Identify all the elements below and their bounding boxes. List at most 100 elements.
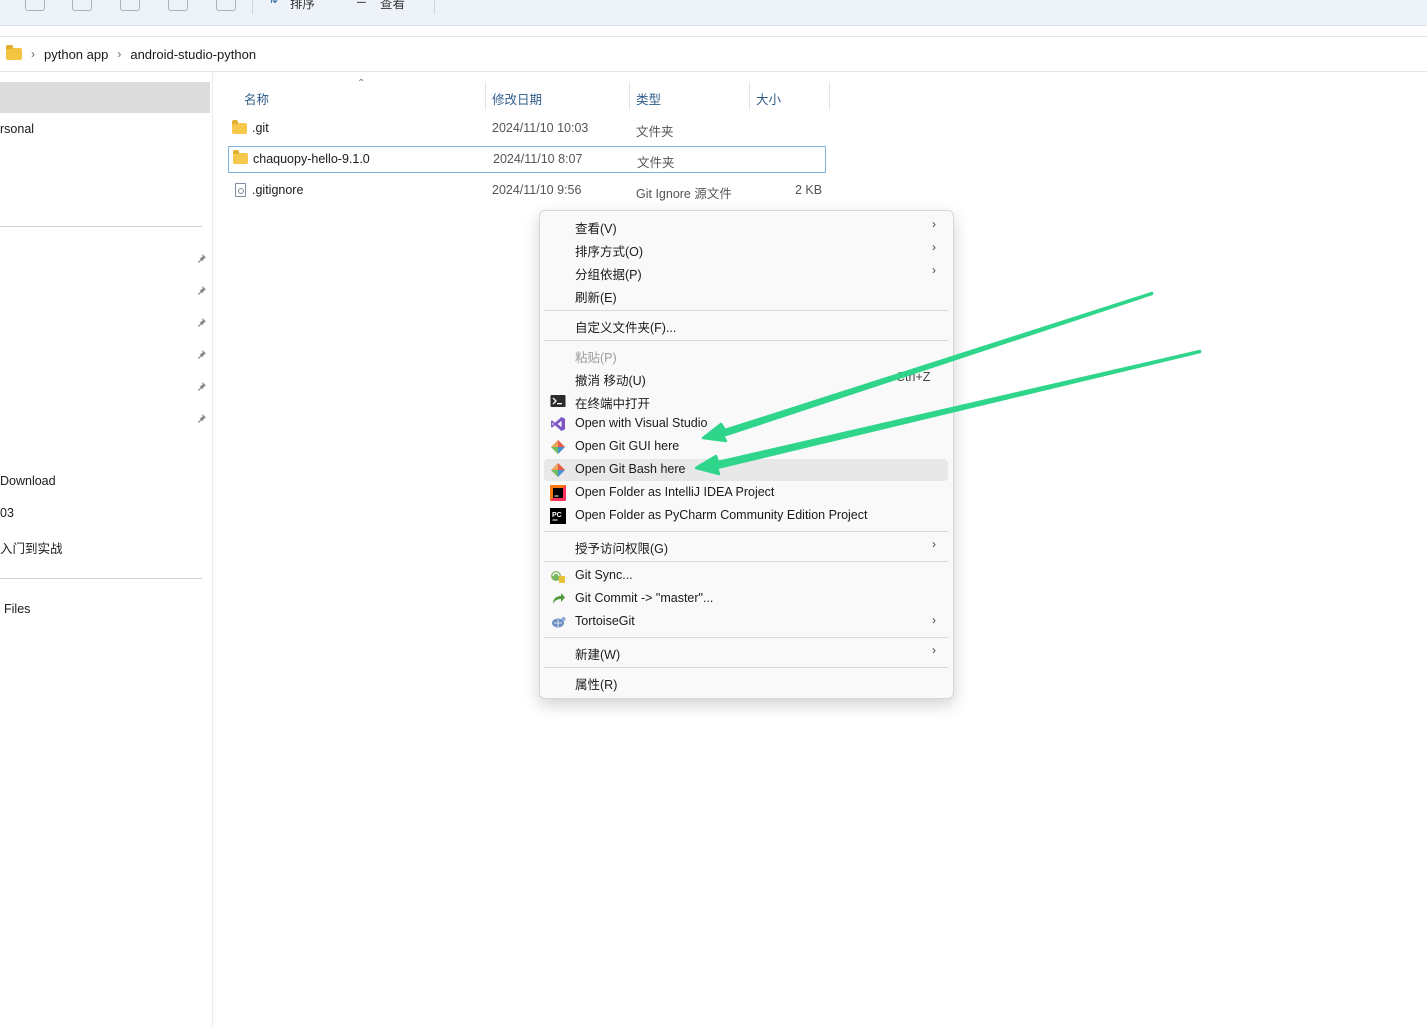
menu-item-group-by[interactable]: 分组依据(P) ›: [544, 261, 948, 283]
toolbar-divider: [434, 0, 435, 14]
nav-item[interactable]: 入门到实战: [0, 538, 63, 557]
breadcrumb-item[interactable]: python app: [44, 47, 108, 62]
column-header-size[interactable]: 大小: [750, 82, 828, 110]
copy-icon[interactable]: [72, 0, 92, 11]
breadcrumb-item[interactable]: android-studio-python: [130, 47, 256, 62]
nav-item[interactable]: 03: [0, 506, 14, 520]
menu-item-git-bash[interactable]: Open Git Bash here: [544, 459, 948, 481]
column-header-label: 名称: [244, 93, 270, 107]
menu-item-label: 粘贴(P): [575, 351, 617, 365]
menu-item-label: 排序方式(O): [575, 245, 644, 259]
nav-item[interactable]: Files: [4, 602, 30, 616]
menu-item-label: TortoiseGit: [575, 614, 635, 628]
nav-item[interactable]: rsonal: [0, 122, 34, 136]
folder-icon: [6, 45, 22, 60]
menu-item-label: Open Git Bash here: [575, 462, 686, 476]
git-gui-icon: [551, 440, 565, 454]
terminal-icon: [550, 395, 566, 407]
pin-icon[interactable]: [197, 350, 206, 359]
column-header-type[interactable]: 类型: [630, 82, 748, 110]
file-type: Git Ignore 源文件: [636, 187, 732, 201]
menu-item-intellij[interactable]: Open Folder as IntelliJ IDEA Project: [544, 482, 948, 504]
file-row[interactable]: chaquopy-hello-9.1.0 2024/11/10 8:07 文件夹: [228, 146, 826, 173]
menu-item-label: Open Folder as IntelliJ IDEA Project: [575, 485, 775, 499]
menu-item-label: Open with Visual Studio: [575, 416, 708, 430]
menu-item-git-gui[interactable]: Open Git GUI here: [544, 436, 948, 458]
shortcut-label: Ctrl+Z: [896, 370, 931, 384]
file-size: 2 KB: [795, 183, 823, 197]
cut-icon[interactable]: [25, 0, 45, 11]
menu-separator: [544, 667, 948, 668]
address-bar[interactable]: › python app › android-studio-python: [0, 36, 1427, 72]
chevron-right-icon: ›: [117, 47, 122, 61]
command-bar: ⇅ 排序 ☰ 查看: [0, 0, 1427, 26]
menu-item-open-terminal[interactable]: 在终端中打开: [544, 390, 948, 412]
column-divider[interactable]: [829, 82, 830, 110]
toolbar-divider: [252, 0, 253, 14]
menu-item-undo-move[interactable]: 撤消 移动(U) Ctrl+Z: [544, 367, 948, 389]
menu-item-tortoisegit[interactable]: TortoiseGit ›: [544, 611, 948, 633]
navigation-pane: rsonal Download 03 入门到实战 Files: [0, 71, 213, 1027]
menu-item-git-sync[interactable]: Git Sync...: [544, 565, 948, 587]
file-date: 2024/11/10 10:03: [492, 121, 589, 135]
menu-item-refresh[interactable]: 刷新(E): [544, 284, 948, 306]
sort-label: 排序: [290, 0, 316, 11]
nav-divider: [0, 226, 202, 227]
chevron-right-icon: ›: [932, 537, 936, 551]
git-bash-icon: [551, 463, 565, 477]
menu-item-paste: 粘贴(P): [544, 344, 948, 366]
paste-icon[interactable]: [120, 0, 140, 11]
file-name: .gitignore: [252, 183, 304, 197]
delete-icon[interactable]: [216, 0, 236, 11]
pin-icon[interactable]: [197, 254, 206, 263]
file-row[interactable]: .git 2024/11/10 10:03 文件夹: [228, 116, 826, 142]
menu-separator: [544, 531, 948, 532]
tortoisegit-icon: [552, 617, 566, 628]
menu-separator: [544, 310, 948, 311]
pin-icon[interactable]: [197, 382, 206, 391]
menu-item-pycharm[interactable]: PC Open Folder as PyCharm Community Edit…: [544, 505, 948, 527]
git-sync-icon: [551, 571, 565, 583]
share-icon[interactable]: [168, 0, 188, 11]
pin-icon[interactable]: [197, 318, 206, 327]
pin-icon[interactable]: [197, 286, 206, 295]
chevron-right-icon: ›: [932, 240, 936, 254]
sort-button[interactable]: ⇅ 排序: [268, 0, 328, 11]
nav-item[interactable]: Download: [0, 474, 56, 488]
menu-item-label: 属性(R): [575, 678, 618, 692]
menu-item-label: 授予访问权限(G): [575, 542, 669, 556]
nav-divider: [0, 578, 202, 579]
menu-separator: [544, 340, 948, 341]
chevron-right-icon: ›: [932, 263, 936, 277]
nav-item-selected[interactable]: [0, 82, 210, 113]
view-icon: ☰: [356, 0, 367, 6]
column-header-date[interactable]: 修改日期: [486, 82, 628, 110]
menu-separator: [544, 637, 948, 638]
menu-separator: [544, 561, 948, 562]
menu-item-customize-folder[interactable]: 自定义文件夹(F)...: [544, 314, 948, 336]
menu-item-label: 刷新(E): [575, 291, 617, 305]
folder-icon: [232, 120, 247, 134]
git-commit-icon: [553, 593, 565, 604]
menu-item-git-commit[interactable]: Git Commit -> "master"...: [544, 588, 948, 610]
menu-item-label: Open Git GUI here: [575, 439, 680, 453]
pycharm-icon: PC: [550, 508, 566, 524]
chevron-right-icon: ›: [932, 217, 936, 231]
chevron-right-icon: ›: [932, 613, 936, 627]
menu-item-properties[interactable]: 属性(R): [544, 671, 948, 693]
folder-icon: [233, 150, 248, 164]
file-date: 2024/11/10 9:56: [492, 183, 582, 197]
view-label: 查看: [380, 0, 406, 11]
column-header-name[interactable]: 名称: [228, 82, 484, 110]
menu-item-new[interactable]: 新建(W) ›: [544, 641, 948, 663]
file-row[interactable]: .gitignore 2024/11/10 9:56 Git Ignore 源文…: [228, 178, 826, 204]
pin-icon[interactable]: [197, 414, 206, 423]
menu-item-open-visual-studio[interactable]: Open with Visual Studio: [544, 413, 948, 435]
menu-item-view[interactable]: 查看(V) ›: [544, 215, 948, 237]
intellij-idea-icon: [550, 485, 566, 501]
file-name: chaquopy-hello-9.1.0: [253, 152, 370, 166]
menu-item-sort-by[interactable]: 排序方式(O) ›: [544, 238, 948, 260]
view-button[interactable]: ☰ 查看: [356, 0, 416, 11]
menu-item-grant-access[interactable]: 授予访问权限(G) ›: [544, 535, 948, 557]
menu-item-label: Git Sync...: [575, 568, 633, 582]
